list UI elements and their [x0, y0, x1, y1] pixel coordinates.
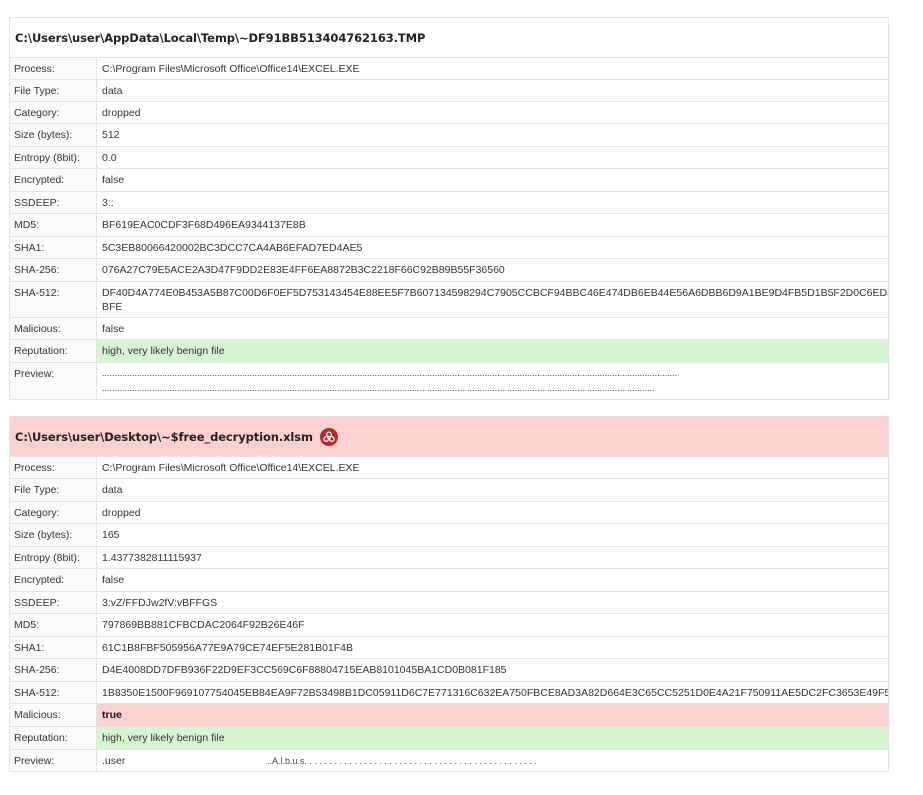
label-sha512: SHA-512: [10, 682, 97, 703]
preview-line-1: ........................................… [102, 368, 678, 378]
label-reputation: Reputation: [10, 340, 97, 362]
label-md5: MD5: [10, 214, 97, 236]
value-sha512: DF40D4A774E0B453A5B87C00D6F0EF5D75314345… [97, 282, 888, 317]
value-process: C:\Program Files\Microsoft Office\Office… [102, 62, 360, 75]
preview-part-1: .user [102, 754, 126, 767]
dropped-file-section-1: C:\Users\user\AppData\Local\Temp\~DF91BB… [9, 17, 889, 400]
file-path-title[interactable]: C:\Users\user\AppData\Local\Temp\~DF91BB… [10, 18, 888, 57]
value-file-type: data [102, 84, 123, 97]
row-process: Process: C:\Program Files\Microsoft Offi… [10, 57, 888, 79]
value-sha256: D4E4008DD7DFB936F22D9EF3CC569C6F88804715… [102, 664, 507, 676]
value-sha512: 1B8350E1500F969107754045EB84EA9F72B53498… [102, 686, 888, 699]
value-category: dropped [102, 106, 141, 119]
row-size: Size (bytes): 165 [10, 523, 888, 546]
value-entropy: 0.0 [102, 151, 117, 164]
label-category: Category: [10, 102, 97, 123]
value-sha1: 5C3EB80066420002BC3DCC7CA4AB6EFAD7ED4AE5 [102, 241, 363, 254]
row-encrypted: Encrypted: false [10, 568, 888, 591]
label-preview: Preview: [10, 750, 97, 771]
dropped-file-section-2: C:\Users\user\Desktop\~$free_decryption.… [9, 416, 889, 772]
value-ssdeep: 3:: [102, 196, 114, 209]
report-container: C:\Users\user\AppData\Local\Temp\~DF91BB… [9, 17, 889, 788]
value-entropy: 1.4377382811115937 [102, 551, 202, 564]
label-sha512: SHA-512: [10, 282, 97, 317]
row-size: Size (bytes): 512 [10, 123, 888, 146]
label-malicious: Malicious: [10, 318, 97, 339]
label-sha256: SHA-256: [10, 259, 97, 281]
row-sha256: SHA-256: D4E4008DD7DFB936F22D9EF3CC569C6… [10, 658, 888, 681]
row-encrypted: Encrypted: false [10, 168, 888, 191]
row-sha512: SHA-512: 1B8350E1500F969107754045EB84EA9… [10, 681, 888, 703]
label-reputation: Reputation: [10, 727, 97, 749]
label-encrypted: Encrypted: [10, 169, 97, 191]
row-malicious: Malicious: false [10, 317, 888, 339]
value-encrypted: false [102, 174, 125, 186]
label-malicious: Malicious: [10, 704, 97, 726]
label-entropy: Entropy (8bit): [10, 547, 97, 568]
value-process: C:\Program Files\Microsoft Office\Office… [102, 461, 360, 474]
row-md5: MD5: 797869BB881CFBCDAC2064F92B26E46F [10, 613, 888, 636]
value-md5: BF619EAC0CDF3F68D496EA9344137E8B [102, 219, 306, 231]
label-ssdeep: SSDEEP: [10, 592, 97, 613]
row-entropy: Entropy (8bit): 1.4377382811115937 [10, 546, 888, 568]
row-category: Category: dropped [10, 101, 888, 123]
row-preview: Preview: .user ..A.l.b.u.s. . . . . . . … [10, 749, 888, 771]
label-ssdeep: SSDEEP: [10, 192, 97, 213]
value-reputation: high, very likely benign file [97, 727, 888, 749]
biohazard-icon [319, 427, 338, 446]
label-size: Size (bytes): [10, 524, 97, 546]
value-category: dropped [102, 506, 141, 519]
label-sha1: SHA1: [10, 637, 97, 658]
row-category: Category: dropped [10, 501, 888, 523]
row-process: Process: C:\Program Files\Microsoft Offi… [10, 456, 888, 478]
value-ssdeep: 3:vZ/FFDJw2fV:vBFFGS [102, 596, 218, 609]
sha512-line-2: BFE [102, 301, 123, 313]
value-encrypted: false [102, 574, 125, 586]
value-reputation: high, very likely benign file [97, 340, 888, 362]
value-preview: ........................................… [97, 363, 888, 399]
file-path-text: C:\Users\user\Desktop\~$free_decryption.… [15, 429, 313, 444]
label-category: Category: [10, 502, 97, 523]
file-path-title-malicious[interactable]: C:\Users\user\Desktop\~$free_decryption.… [10, 417, 888, 456]
label-file-type: File Type: [10, 80, 97, 101]
value-size: 165 [102, 529, 120, 541]
row-reputation: Reputation: high, very likely benign fil… [10, 726, 888, 749]
label-size: Size (bytes): [10, 124, 97, 146]
value-malicious: false [102, 322, 125, 335]
row-malicious: Malicious: true [10, 703, 888, 726]
label-process: Process: [10, 58, 97, 79]
row-reputation: Reputation: high, very likely benign fil… [10, 339, 888, 362]
row-sha256: SHA-256: 076A27C79E5ACE2A3D47F9DD2E83E4F… [10, 258, 888, 281]
label-encrypted: Encrypted: [10, 569, 97, 591]
label-preview: Preview: [10, 363, 97, 399]
label-file-type: File Type: [10, 479, 97, 501]
sha512-line-1: DF40D4A774E0B453A5B87C00D6F0EF5D75314345… [102, 287, 888, 299]
row-sha512: SHA-512: DF40D4A774E0B453A5B87C00D6F0EF5… [10, 281, 888, 317]
value-size: 512 [102, 129, 120, 141]
preview-line-2: ........................................… [102, 383, 655, 393]
value-sha256: 076A27C79E5ACE2A3D47F9DD2E83E4FF6EA8872B… [102, 264, 505, 276]
row-md5: MD5: BF619EAC0CDF3F68D496EA9344137E8B [10, 213, 888, 236]
value-file-type: data [102, 484, 123, 496]
label-md5: MD5: [10, 614, 97, 636]
row-ssdeep: SSDEEP: 3:vZ/FFDJw2fV:vBFFGS [10, 591, 888, 613]
label-process: Process: [10, 457, 97, 478]
row-preview: Preview: ...............................… [10, 362, 888, 399]
row-file-type: File Type: data [10, 478, 888, 501]
row-entropy: Entropy (8bit): 0.0 [10, 146, 888, 168]
value-sha1: 61C1B8FBF505956A77E9A79CE74EF5E281B01F4B [102, 641, 354, 654]
label-sha1: SHA1: [10, 237, 97, 258]
label-entropy: Entropy (8bit): [10, 147, 97, 168]
row-ssdeep: SSDEEP: 3:: [10, 191, 888, 213]
value-md5: 797869BB881CFBCDAC2064F92B26E46F [102, 619, 305, 631]
label-sha256: SHA-256: [10, 659, 97, 681]
value-preview: .user ..A.l.b.u.s. . . . . . . . . . . .… [97, 750, 888, 771]
row-sha1: SHA1: 61C1B8FBF505956A77E9A79CE74EF5E281… [10, 636, 888, 658]
row-file-type: File Type: data [10, 79, 888, 101]
preview-part-2: ..A.l.b.u.s. . . . . . . . . . . . . . .… [267, 755, 538, 766]
row-sha1: SHA1: 5C3EB80066420002BC3DCC7CA4AB6EFAD7… [10, 236, 888, 258]
value-malicious: true [97, 704, 888, 726]
